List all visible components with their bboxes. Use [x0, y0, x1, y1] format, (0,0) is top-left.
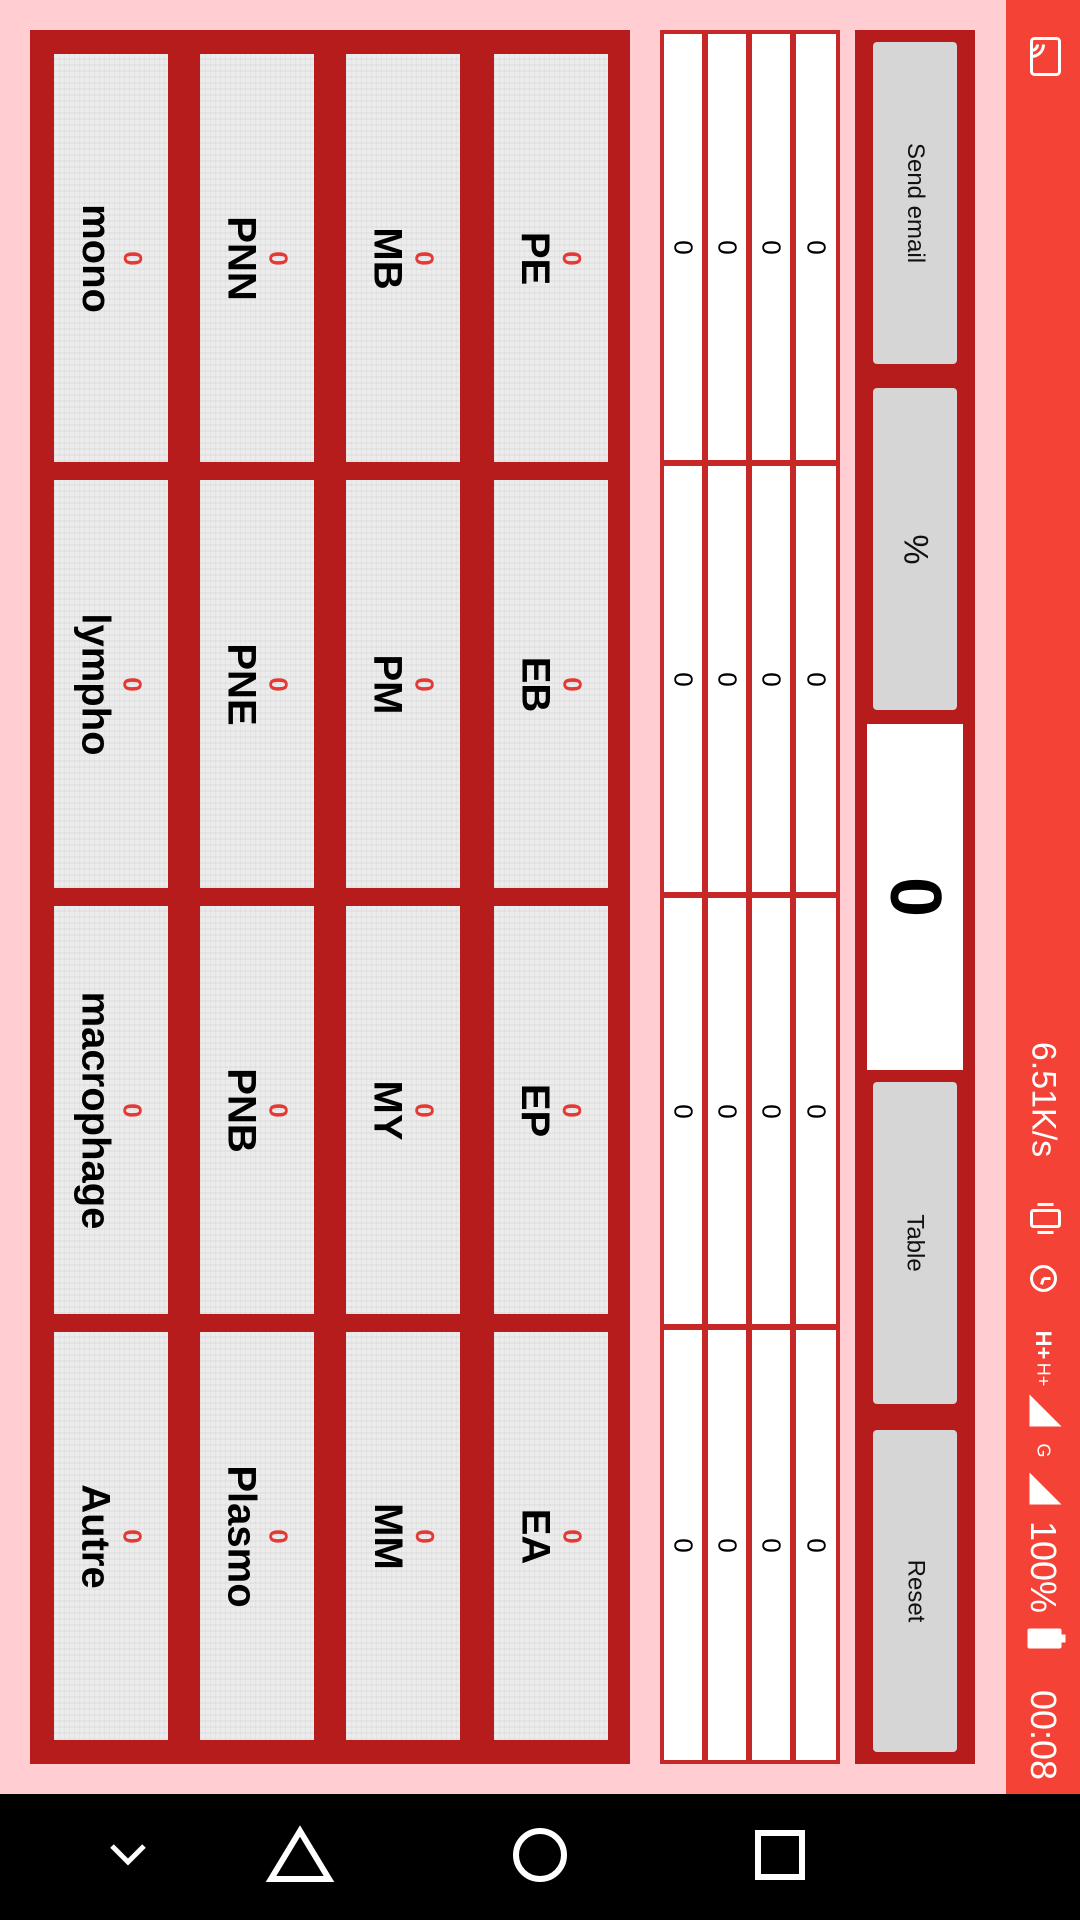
table-button[interactable]: Table: [873, 1082, 957, 1404]
signal-icon: [1021, 1391, 1066, 1431]
home-circle-icon: [510, 1825, 570, 1890]
percent-button[interactable]: %: [873, 388, 957, 710]
navigation-bar: [0, 1794, 1080, 1920]
network-type-primary: H+: [1031, 1330, 1056, 1360]
recents-square-icon: [752, 1827, 808, 1888]
network-type-secondary: H+: [1033, 1362, 1054, 1387]
table-cell: 0: [752, 34, 790, 460]
counter-tile-mm[interactable]: 0 MM: [346, 1332, 460, 1740]
chevron-down-icon: [106, 1840, 150, 1875]
table-cell: 0: [752, 466, 790, 892]
results-table: 0 0 0 0 0 0 0 0 0 0 0 0 0 0 0 0: [660, 30, 840, 1764]
net-speed: 6.51K/s: [1024, 1041, 1063, 1158]
nav-recents-button[interactable]: [720, 1794, 840, 1920]
counter-tile-pm[interactable]: 0 PM: [346, 480, 460, 888]
table-cell: 0: [796, 466, 836, 892]
table-cell: 0: [708, 1330, 746, 1760]
counter-tile-pe[interactable]: 0 PE: [494, 54, 608, 462]
counter-tile-mb[interactable]: 0 MB: [346, 54, 460, 462]
network-type-tertiary: G: [1033, 1443, 1054, 1458]
cell-counter-grid: 0 PE 0 EB 0 EP 0 EA 0 MB 0 PM 0 MY 0 MM 0 PNN 0 PN…: [30, 30, 630, 1764]
counter-tile-pnb[interactable]: 0 PNB: [200, 906, 314, 1314]
counter-tile-mono[interactable]: 0 mono: [54, 54, 168, 462]
table-cell: 0: [752, 1330, 790, 1760]
counter-tile-ea[interactable]: 0 EA: [494, 1332, 608, 1740]
table-cell: 0: [664, 898, 702, 1324]
counter-tile-plasmo[interactable]: 0 Plasmo: [200, 1332, 314, 1740]
alarm-icon: [1021, 1259, 1066, 1299]
counter-tile-macrophage[interactable]: 0 macrophage: [54, 906, 168, 1314]
counter-tile-eb[interactable]: 0 EB: [494, 480, 608, 888]
send-email-button[interactable]: Send email: [873, 42, 957, 364]
table-cell: 0: [664, 466, 702, 892]
reset-button[interactable]: Reset: [873, 1430, 957, 1752]
table-cell: 0: [796, 898, 836, 1324]
counter-tile-pnn[interactable]: 0 PNN: [200, 54, 314, 462]
status-bar: 6.51K/s H+ H+ G 100% 00:08: [1006, 0, 1080, 1794]
vibrate-icon: [1021, 1199, 1066, 1239]
clock: 00:08: [1023, 1689, 1064, 1781]
table-cell: 0: [664, 1330, 702, 1760]
nav-hide-keyboard-button[interactable]: [68, 1794, 188, 1920]
table-cell: 0: [708, 898, 746, 1324]
table-cell: 0: [796, 34, 836, 460]
battery-icon: [1021, 1627, 1066, 1651]
counter-tile-my[interactable]: 0 MY: [346, 906, 460, 1314]
signal-icon: [1021, 1469, 1066, 1509]
table-cell: 0: [708, 466, 746, 892]
table-cell: 0: [796, 1330, 836, 1760]
counter-tile-pne[interactable]: 0 PNE: [200, 480, 314, 888]
counter-tile-autre[interactable]: 0 Autre: [54, 1332, 168, 1740]
counter-tile-ep[interactable]: 0 EP: [494, 906, 608, 1314]
total-counter: 0: [867, 724, 963, 1070]
counter-tile-lympho[interactable]: 0 lympho: [54, 480, 168, 888]
nav-back-button[interactable]: [240, 1794, 360, 1920]
back-triangle-icon: [265, 1824, 335, 1890]
table-cell: 0: [708, 34, 746, 460]
table-cell: 0: [752, 898, 790, 1324]
nav-home-button[interactable]: [480, 1794, 600, 1920]
battery-level: 100%: [1023, 1520, 1064, 1614]
cast-icon: [1021, 35, 1066, 79]
controls-panel: Send email % 0 Table Reset: [855, 30, 975, 1764]
table-cell: 0: [664, 34, 702, 460]
